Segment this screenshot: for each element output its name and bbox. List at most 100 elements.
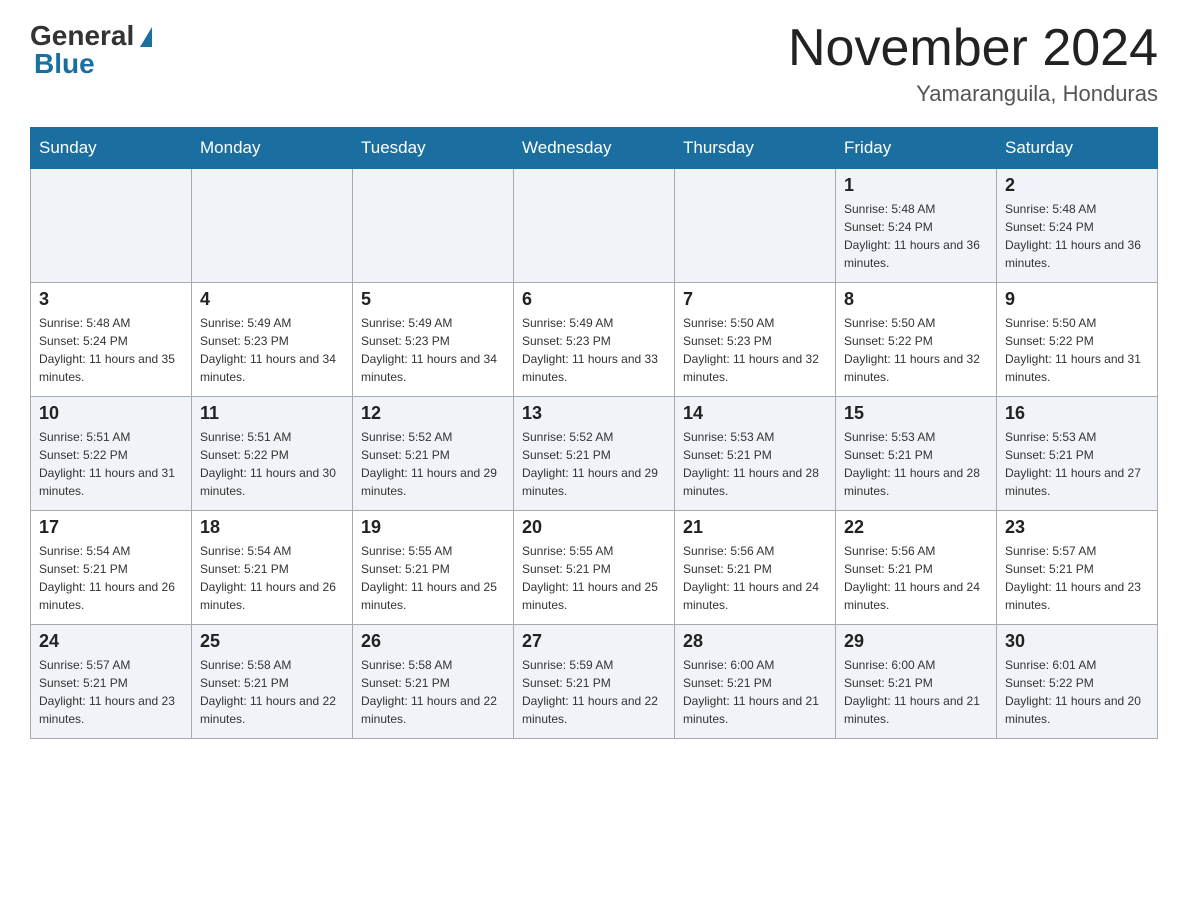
day-number: 10: [39, 403, 183, 424]
day-info: Sunrise: 5:49 AMSunset: 5:23 PMDaylight:…: [200, 314, 344, 386]
day-number: 19: [361, 517, 505, 538]
calendar-cell: [675, 169, 836, 283]
calendar-cell: 20 Sunrise: 5:55 AMSunset: 5:21 PMDayligh…: [514, 511, 675, 625]
logo: General Blue: [30, 20, 152, 80]
calendar-cell: 16 Sunrise: 5:53 AMSunset: 5:21 PMDayligh…: [997, 397, 1158, 511]
day-info: Sunrise: 5:48 AMSunset: 5:24 PMDaylight:…: [39, 314, 183, 386]
day-number: 23: [1005, 517, 1149, 538]
day-number: 11: [200, 403, 344, 424]
calendar-cell: [192, 169, 353, 283]
day-number: 3: [39, 289, 183, 310]
day-info: Sunrise: 5:51 AMSunset: 5:22 PMDaylight:…: [39, 428, 183, 500]
calendar-cell: 19 Sunrise: 5:55 AMSunset: 5:21 PMDayligh…: [353, 511, 514, 625]
month-title: November 2024: [788, 20, 1158, 77]
header-tuesday: Tuesday: [353, 128, 514, 169]
day-info: Sunrise: 5:53 AMSunset: 5:21 PMDaylight:…: [1005, 428, 1149, 500]
calendar-cell: 6 Sunrise: 5:49 AMSunset: 5:23 PMDaylight…: [514, 283, 675, 397]
day-number: 21: [683, 517, 827, 538]
location-subtitle: Yamaranguila, Honduras: [788, 81, 1158, 107]
day-info: Sunrise: 5:48 AMSunset: 5:24 PMDaylight:…: [844, 200, 988, 272]
day-info: Sunrise: 5:49 AMSunset: 5:23 PMDaylight:…: [522, 314, 666, 386]
day-number: 2: [1005, 175, 1149, 196]
header-saturday: Saturday: [997, 128, 1158, 169]
day-info: Sunrise: 5:55 AMSunset: 5:21 PMDaylight:…: [361, 542, 505, 614]
calendar-cell: 28Sunrise: 6:00 AMSunset: 5:21 PMDayligh…: [675, 625, 836, 739]
calendar-cell: 9 Sunrise: 5:50 AMSunset: 5:22 PMDaylight…: [997, 283, 1158, 397]
day-number: 29: [844, 631, 988, 652]
header-wednesday: Wednesday: [514, 128, 675, 169]
page-header: General Blue November 2024 Yamaranguila,…: [30, 20, 1158, 107]
day-info: Sunrise: 6:01 AMSunset: 5:22 PMDaylight:…: [1005, 656, 1149, 728]
day-number: 17: [39, 517, 183, 538]
day-info: Sunrise: 5:54 AMSunset: 5:21 PMDaylight:…: [39, 542, 183, 614]
day-info: Sunrise: 5:55 AMSunset: 5:21 PMDaylight:…: [522, 542, 666, 614]
calendar-cell: 27Sunrise: 5:59 AMSunset: 5:21 PMDayligh…: [514, 625, 675, 739]
day-info: Sunrise: 5:56 AMSunset: 5:21 PMDaylight:…: [844, 542, 988, 614]
day-number: 6: [522, 289, 666, 310]
day-number: 1: [844, 175, 988, 196]
calendar-cell: [31, 169, 192, 283]
logo-triangle-icon: [140, 27, 152, 47]
day-info: Sunrise: 5:57 AMSunset: 5:21 PMDaylight:…: [39, 656, 183, 728]
calendar-cell: 30 Sunrise: 6:01 AMSunset: 5:22 PMDayligh…: [997, 625, 1158, 739]
day-number: 27: [522, 631, 666, 652]
day-info: Sunrise: 5:48 AMSunset: 5:24 PMDaylight:…: [1005, 200, 1149, 272]
day-info: Sunrise: 5:58 AMSunset: 5:21 PMDaylight:…: [200, 656, 344, 728]
calendar-header-row: SundayMondayTuesdayWednesdayThursdayFrid…: [31, 128, 1158, 169]
day-number: 18: [200, 517, 344, 538]
day-number: 28: [683, 631, 827, 652]
day-number: 20: [522, 517, 666, 538]
header-thursday: Thursday: [675, 128, 836, 169]
calendar-cell: 12 Sunrise: 5:52 AMSunset: 5:21 PMDayligh…: [353, 397, 514, 511]
calendar-cell: 3 Sunrise: 5:48 AMSunset: 5:24 PMDaylight…: [31, 283, 192, 397]
day-info: Sunrise: 5:50 AMSunset: 5:22 PMDaylight:…: [1005, 314, 1149, 386]
header-sunday: Sunday: [31, 128, 192, 169]
day-number: 14: [683, 403, 827, 424]
day-number: 12: [361, 403, 505, 424]
calendar-cell: 8Sunrise: 5:50 AMSunset: 5:22 PMDaylight…: [836, 283, 997, 397]
calendar-cell: 24Sunrise: 5:57 AMSunset: 5:21 PMDayligh…: [31, 625, 192, 739]
day-info: Sunrise: 5:52 AMSunset: 5:21 PMDaylight:…: [522, 428, 666, 500]
calendar-week-2: 3 Sunrise: 5:48 AMSunset: 5:24 PMDaylight…: [31, 283, 1158, 397]
calendar-cell: 11 Sunrise: 5:51 AMSunset: 5:22 PMDayligh…: [192, 397, 353, 511]
calendar-cell: 15 Sunrise: 5:53 AMSunset: 5:21 PMDayligh…: [836, 397, 997, 511]
calendar-cell: [514, 169, 675, 283]
calendar-week-4: 17 Sunrise: 5:54 AMSunset: 5:21 PMDayligh…: [31, 511, 1158, 625]
calendar-cell: 2 Sunrise: 5:48 AMSunset: 5:24 PMDaylight…: [997, 169, 1158, 283]
calendar-cell: 29 Sunrise: 6:00 AMSunset: 5:21 PMDayligh…: [836, 625, 997, 739]
day-number: 7: [683, 289, 827, 310]
day-info: Sunrise: 5:52 AMSunset: 5:21 PMDaylight:…: [361, 428, 505, 500]
day-number: 15: [844, 403, 988, 424]
calendar-cell: 13 Sunrise: 5:52 AMSunset: 5:21 PMDayligh…: [514, 397, 675, 511]
day-number: 30: [1005, 631, 1149, 652]
day-info: Sunrise: 5:50 AMSunset: 5:23 PMDaylight:…: [683, 314, 827, 386]
day-info: Sunrise: 5:53 AMSunset: 5:21 PMDaylight:…: [844, 428, 988, 500]
calendar-cell: 21 Sunrise: 5:56 AMSunset: 5:21 PMDayligh…: [675, 511, 836, 625]
calendar-cell: 26Sunrise: 5:58 AMSunset: 5:21 PMDayligh…: [353, 625, 514, 739]
day-number: 9: [1005, 289, 1149, 310]
calendar-cell: 4 Sunrise: 5:49 AMSunset: 5:23 PMDaylight…: [192, 283, 353, 397]
day-number: 26: [361, 631, 505, 652]
day-number: 5: [361, 289, 505, 310]
calendar-cell: 14Sunrise: 5:53 AMSunset: 5:21 PMDayligh…: [675, 397, 836, 511]
calendar-table: SundayMondayTuesdayWednesdayThursdayFrid…: [30, 127, 1158, 739]
day-number: 4: [200, 289, 344, 310]
header-friday: Friday: [836, 128, 997, 169]
day-number: 13: [522, 403, 666, 424]
day-number: 22: [844, 517, 988, 538]
calendar-cell: 7 Sunrise: 5:50 AMSunset: 5:23 PMDaylight…: [675, 283, 836, 397]
day-info: Sunrise: 6:00 AMSunset: 5:21 PMDaylight:…: [844, 656, 988, 728]
day-info: Sunrise: 5:49 AMSunset: 5:23 PMDaylight:…: [361, 314, 505, 386]
header-monday: Monday: [192, 128, 353, 169]
calendar-cell: 1 Sunrise: 5:48 AMSunset: 5:24 PMDaylight…: [836, 169, 997, 283]
day-number: 8: [844, 289, 988, 310]
title-section: November 2024 Yamaranguila, Honduras: [788, 20, 1158, 107]
calendar-week-3: 10 Sunrise: 5:51 AMSunset: 5:22 PMDayligh…: [31, 397, 1158, 511]
day-info: Sunrise: 5:56 AMSunset: 5:21 PMDaylight:…: [683, 542, 827, 614]
day-number: 25: [200, 631, 344, 652]
day-info: Sunrise: 5:51 AMSunset: 5:22 PMDaylight:…: [200, 428, 344, 500]
calendar-week-1: 1 Sunrise: 5:48 AMSunset: 5:24 PMDaylight…: [31, 169, 1158, 283]
calendar-cell: [353, 169, 514, 283]
day-number: 16: [1005, 403, 1149, 424]
calendar-cell: 17 Sunrise: 5:54 AMSunset: 5:21 PMDayligh…: [31, 511, 192, 625]
